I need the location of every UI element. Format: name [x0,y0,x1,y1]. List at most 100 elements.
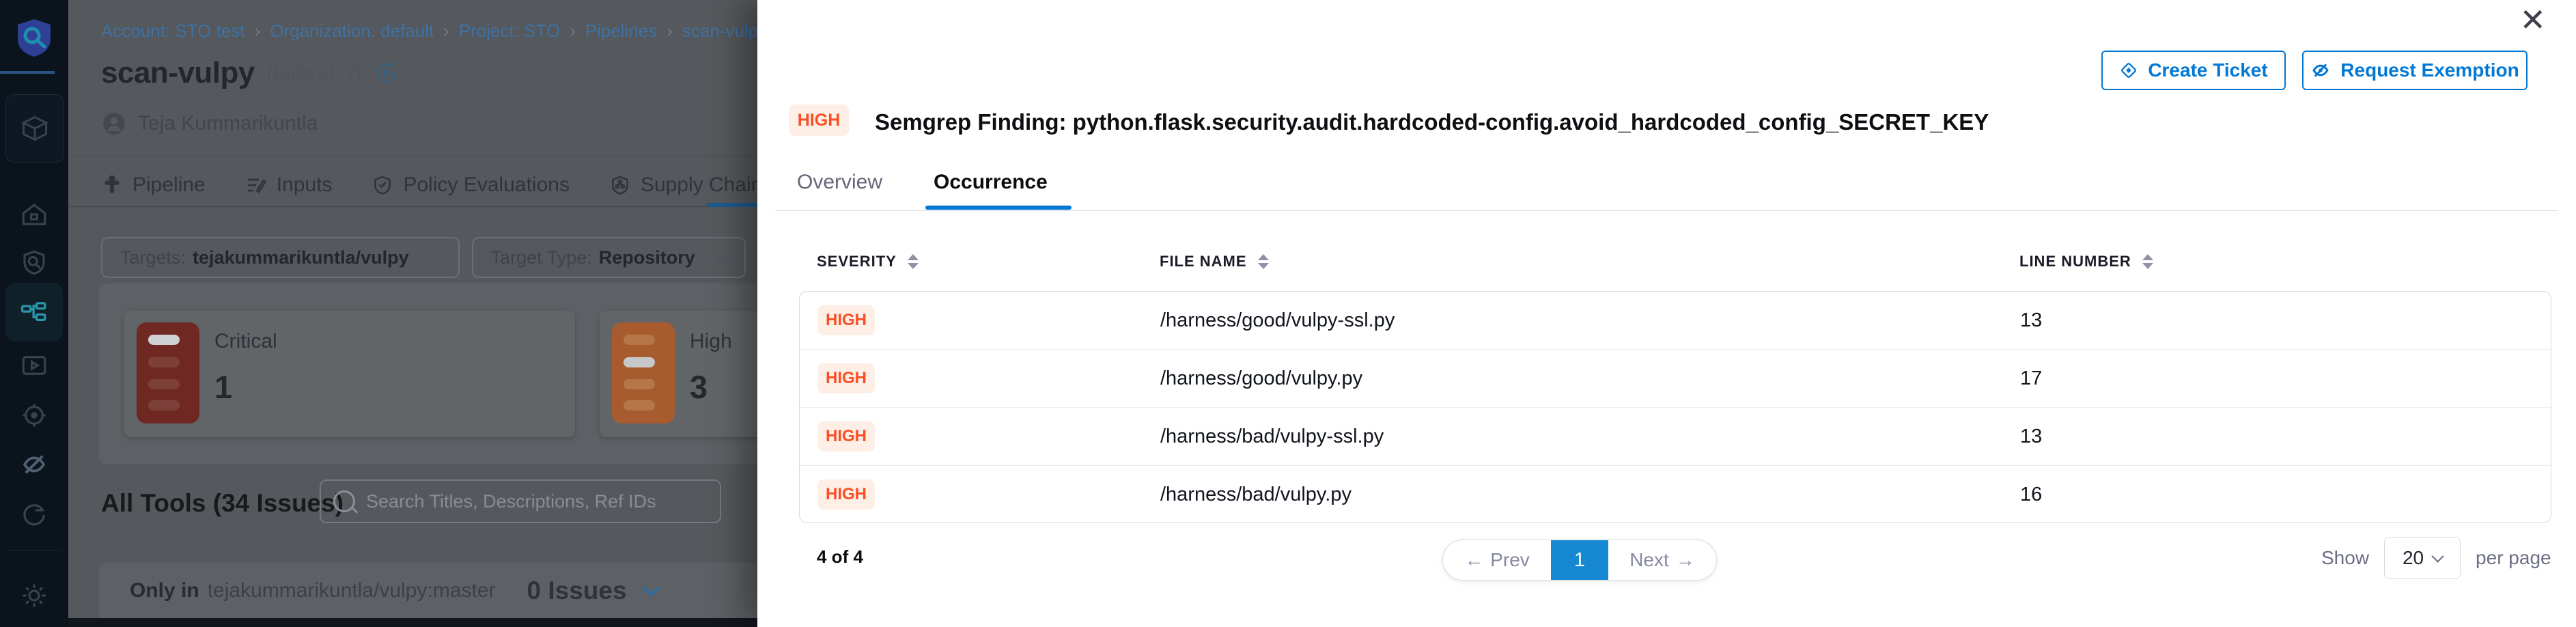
breadcrumb-current[interactable]: scan-vulpy [682,20,767,42]
table-row[interactable]: HIGH /harness/bad/vulpy-ssl.py 13 [800,408,2551,466]
tab-label: Supply Chain [641,173,762,197]
filter-value: Repository [599,247,695,268]
pipeline-icon [101,174,123,196]
sidebar-item-executions[interactable] [0,344,68,387]
button-label: Request Exemption [2340,59,2519,81]
per-page-label: per page [2476,547,2551,569]
gear-icon [20,581,48,610]
page-size-value: 20 [2403,547,2424,569]
shield-scan-icon [20,248,48,277]
line-number-cell: 13 [2020,309,2042,332]
search-input[interactable] [365,490,668,513]
table-row[interactable]: HIGH /harness/good/vulpy-ssl.py 13 [800,292,2551,350]
severity-badge: HIGH [817,479,875,510]
tab-label: Pipeline [132,173,206,197]
severity-card-label: High [690,330,732,353]
tab-label: Policy Evaluations [403,173,569,197]
module-selector-button[interactable] [5,94,64,163]
file-name-cell: /harness/bad/vulpy-ssl.py [1160,426,1384,448]
sort-icon[interactable] [2142,254,2153,269]
column-label: SEVERITY [817,253,897,270]
ticket-diamond-icon [2119,61,2138,80]
breadcrumb-separator: › [560,20,585,42]
severity-card-count: 1 [214,368,232,406]
tab-pipeline[interactable]: Pipeline [101,173,206,197]
only-in-row[interactable]: Only in tejakummarikuntla/vulpy:master 0… [130,576,657,605]
targets-filter-dropdown[interactable]: Targets: tejakummarikuntla/vulpy [101,237,460,278]
breadcrumb-separator: › [657,20,682,42]
pagination-control: ← Prev 1 Next → [1442,540,1717,581]
tab-overview[interactable]: Overview [797,171,882,194]
breadcrumb-link-project[interactable]: Project: STO [459,20,560,42]
finding-title: Semgrep Finding: python.flask.security.a… [875,109,1989,135]
sidebar-item-exemptions[interactable] [0,443,68,486]
inputs-icon [245,174,267,196]
breadcrumb-link-account[interactable]: Account: STO test [101,20,245,42]
prev-page-button[interactable]: ← Prev [1443,540,1551,580]
chevron-down-icon[interactable] [642,579,659,596]
current-page-button[interactable]: 1 [1551,540,1608,580]
tab-label: Inputs [277,173,333,197]
supply-chain-icon [609,174,631,196]
severity-badge: HIGH [817,305,875,335]
pipelines-icon [20,298,48,326]
critical-severity-card[interactable]: Critical 1 [124,311,575,437]
column-header-severity[interactable]: SEVERITY [817,253,919,270]
pagination-summary: 4 of 4 [817,546,863,568]
rerun-build-icon[interactable] [374,60,400,86]
request-exemption-button[interactable]: Request Exemption [2302,51,2528,90]
chevron-down-icon [2431,550,2444,562]
table-row[interactable]: HIGH /harness/good/vulpy.py 17 [800,350,2551,408]
finding-details-drawer: ✕ Create Ticket Request Exemption HIGH S… [757,0,2576,627]
tabbar-border [775,210,2558,211]
button-label: Prev [1490,549,1530,571]
sidebar-item-overview[interactable] [0,240,68,284]
target-icon [20,401,48,430]
breadcrumb-link-pipelines[interactable]: Pipelines [585,20,658,42]
file-name-cell: /harness/good/vulpy.py [1160,367,1362,390]
column-label: LINE NUMBER [2019,253,2131,270]
only-in-target: tejakummarikuntla/vulpy:master [208,579,496,602]
column-header-line-number[interactable]: LINE NUMBER [2019,253,2153,270]
filter-value: tejakummarikuntla/vulpy [193,247,409,268]
create-ticket-button[interactable]: Create Ticket [2101,51,2286,90]
sidebar-item-home[interactable] [0,193,68,236]
sort-icon[interactable] [1258,254,1269,269]
sidebar-item-monitored-services[interactable] [0,493,68,537]
sort-icon[interactable] [908,254,919,269]
critical-severity-icon [137,322,199,423]
gauge-icon [20,501,48,529]
tab-policy-evaluations[interactable]: Policy Evaluations [372,173,569,197]
triggered-by-user: Teja Kummarikuntla [138,112,318,135]
severity-card-label: Critical [214,330,277,353]
line-number-cell: 13 [2020,426,2042,448]
execution-tabbar: Pipeline Inputs Policy Evaluations [101,165,847,205]
harness-sto-logo-icon[interactable] [15,18,53,57]
sidebar-item-targets[interactable] [0,393,68,437]
home-icon [20,200,48,229]
active-tab-underline [925,206,1072,210]
breadcrumb-link-organization[interactable]: Organization: default [270,20,434,42]
chevron-down-icon [427,248,443,264]
line-number-cell: 16 [2020,484,2042,506]
page-size-select[interactable]: 20 [2384,537,2461,579]
breadcrumb-separator: › [434,20,459,42]
column-header-file-name[interactable]: FILE NAME [1160,253,1269,270]
nav-divider [0,71,55,74]
all-tools-heading: All Tools (34 Issues) [101,489,344,518]
close-icon[interactable]: ✕ [2519,1,2546,38]
target-type-filter-dropdown[interactable]: Target Type: Repository [472,237,746,278]
next-page-button[interactable]: Next → [1608,540,1716,580]
only-in-label: Only in [130,579,199,602]
table-row[interactable]: HIGH /harness/bad/vulpy.py 16 [800,466,2551,523]
tab-supply-chain[interactable]: Supply Chain [609,173,762,197]
eye-off-icon [20,450,48,479]
button-label: Create Ticket [2148,59,2267,81]
tab-occurrence[interactable]: Occurrence [934,171,1048,194]
sidebar-item-settings[interactable] [0,574,68,617]
issues-search[interactable] [320,479,721,523]
button-label: Next [1629,549,1669,571]
sidebar-item-pipelines[interactable] [0,290,68,334]
column-label: FILE NAME [1160,253,1247,270]
tab-inputs[interactable]: Inputs [245,173,333,197]
